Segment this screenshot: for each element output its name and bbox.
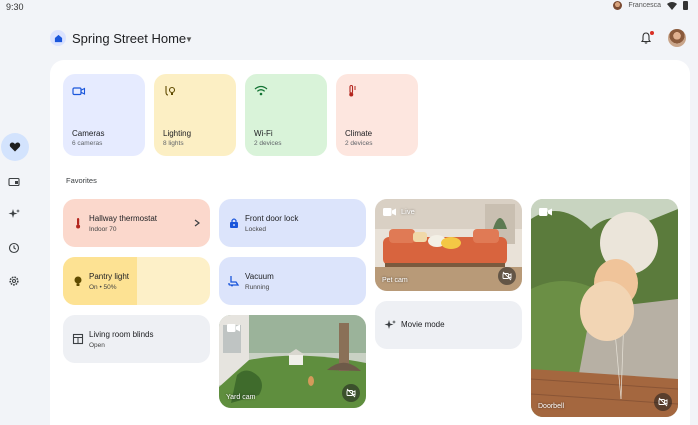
tile-name: Pantry light: [89, 272, 130, 281]
live-indicator: Live: [401, 207, 415, 216]
device-tile-name: Lighting: [163, 129, 192, 138]
video-camera-icon: [383, 208, 396, 216]
lightbulb-icon: [74, 276, 82, 286]
status-right: Francesca: [613, 1, 688, 10]
sparkle-icon: [384, 320, 396, 329]
nav-automations[interactable]: [0, 200, 28, 228]
camera-icon: [72, 87, 86, 96]
camera-caption: Yard cam: [226, 394, 256, 401]
doorbell-image: [531, 199, 678, 417]
home-name[interactable]: Spring Street Home: [72, 31, 186, 46]
device-tile-lighting[interactable]: Lighting 8 lights: [154, 74, 236, 156]
camera-off-button[interactable]: [654, 393, 672, 411]
tile-status: Open: [89, 342, 105, 349]
tile-status: Indoor 70: [89, 226, 117, 233]
device-tile-wifi[interactable]: Wi-Fi 2 devices: [245, 74, 327, 156]
tile-status: Running: [245, 284, 270, 291]
nav-devices[interactable]: [0, 168, 28, 196]
tile-name: Vacuum: [245, 272, 274, 281]
favorites-heading: Favorites: [66, 176, 97, 185]
favorite-movie-mode[interactable]: Movie mode: [375, 301, 522, 349]
nav-activity[interactable]: [0, 234, 28, 262]
tile-name: Front door lock: [245, 214, 299, 223]
device-tile-count: 2 devices: [254, 140, 282, 147]
thermostat-icon: [76, 218, 81, 229]
devices-icon: [8, 177, 20, 187]
user-mini-avatar: [613, 1, 623, 10]
tile-status: Locked: [245, 226, 266, 233]
history-icon: [8, 242, 20, 254]
tile-name: Hallway thermostat: [89, 214, 158, 223]
status-bar: 9:30 Francesca: [0, 0, 698, 14]
tile-name: Movie mode: [401, 320, 445, 329]
chevron-down-icon[interactable]: ▼: [185, 35, 193, 44]
tile-status: On • 50%: [89, 284, 117, 291]
account-avatar[interactable]: [668, 29, 686, 47]
blinds-icon: [72, 333, 84, 345]
device-tile-count: 8 lights: [163, 140, 184, 147]
device-tile-climate[interactable]: Climate 2 devices: [336, 74, 418, 156]
camera-feed-doorbell[interactable]: Doorbell: [531, 199, 678, 417]
battery-icon: [683, 1, 688, 10]
video-off-icon: [658, 397, 668, 407]
camera-off-button[interactable]: [498, 267, 516, 285]
device-tile-name: Climate: [345, 129, 373, 138]
favorite-pantry-light[interactable]: Pantry light On • 50%: [63, 257, 210, 305]
favorite-front-door-lock[interactable]: Front door lock Locked: [219, 199, 366, 247]
camera-off-button[interactable]: [342, 384, 360, 402]
favorite-hallway-thermostat[interactable]: Hallway thermostat Indoor 70: [63, 199, 210, 247]
home-icon[interactable]: [50, 30, 66, 46]
favorite-vacuum[interactable]: Vacuum Running: [219, 257, 366, 305]
video-off-icon: [502, 271, 512, 281]
lock-icon: [230, 218, 238, 228]
video-off-icon: [346, 388, 356, 398]
camera-caption: Doorbell: [538, 403, 565, 410]
nav-favorites[interactable]: [1, 133, 29, 161]
status-time: 9:30: [6, 2, 24, 12]
device-tile-cameras[interactable]: Cameras 6 cameras: [63, 74, 145, 156]
favorite-living-room-blinds[interactable]: Living room blinds Open: [63, 315, 210, 363]
device-tile-count: 6 cameras: [72, 140, 103, 147]
nav-settings[interactable]: [0, 267, 28, 295]
wifi-icon: [254, 85, 268, 96]
status-user-name: Francesca: [628, 2, 661, 9]
tile-name: Living room blinds: [89, 330, 154, 339]
notification-badge: [650, 31, 654, 35]
sparkle-icon: [8, 209, 20, 218]
video-camera-icon: [539, 208, 552, 216]
device-tile-count: 2 devices: [345, 140, 373, 147]
device-tile-name: Cameras: [72, 129, 105, 138]
lighting-icon: [165, 86, 176, 96]
chevron-right-icon[interactable]: [194, 219, 200, 227]
camera-caption: Pet cam: [382, 277, 408, 284]
vacuum-icon: [228, 276, 240, 287]
top-bar: Spring Street Home ▼: [0, 18, 698, 60]
video-camera-icon: [227, 324, 240, 332]
thermostat-icon: [349, 84, 356, 97]
camera-feed-yard-cam[interactable]: Yard cam: [219, 315, 366, 408]
wifi-signal-icon: [667, 1, 677, 10]
heart-icon: [9, 142, 21, 152]
device-tile-name: Wi-Fi: [254, 129, 273, 138]
settings-icon: [9, 276, 19, 286]
camera-feed-pet-cam[interactable]: Live Pet cam: [375, 199, 522, 291]
